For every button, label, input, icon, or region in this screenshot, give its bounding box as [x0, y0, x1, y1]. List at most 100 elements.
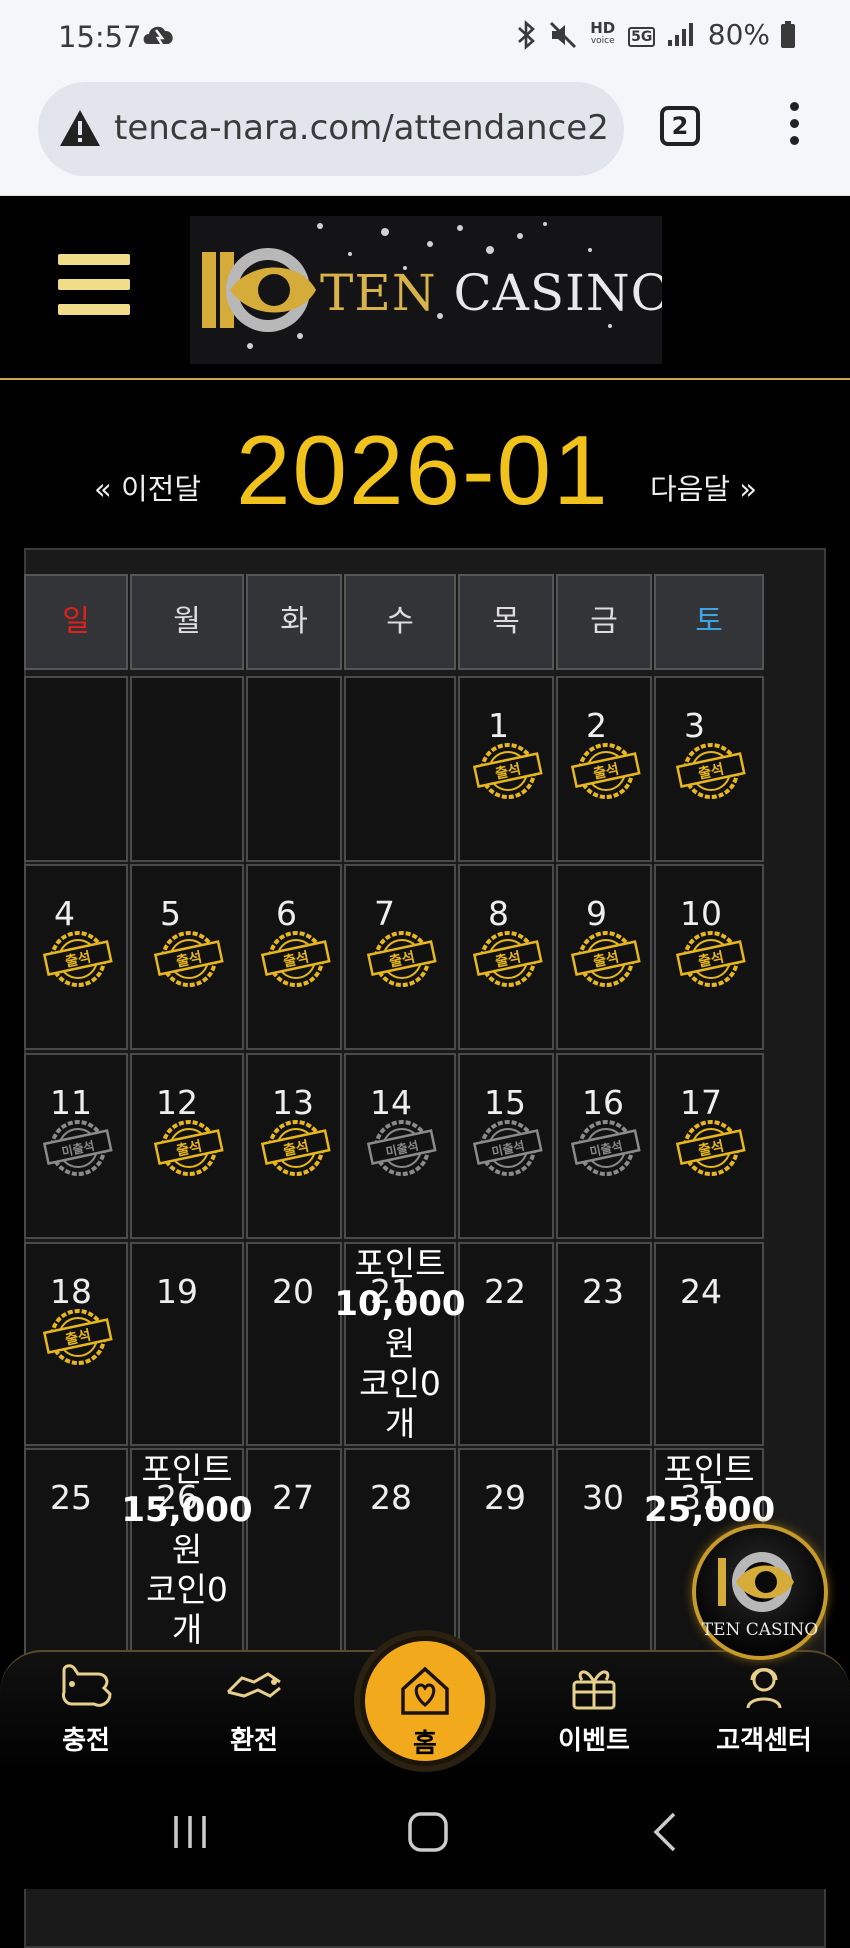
weekday-header-0: 일	[24, 574, 128, 670]
calendar-day-cell[interactable]: 25	[24, 1448, 128, 1668]
calendar-day-cell[interactable]: 5 출석	[130, 864, 244, 1050]
browser-menu-icon[interactable]	[784, 102, 804, 152]
attendance-stamp-icon: 출석	[42, 1304, 114, 1370]
calendar-day-cell[interactable]: 18 출석	[24, 1242, 128, 1446]
nav-home-button[interactable]: 홈	[360, 1636, 490, 1766]
calendar-day-cell[interactable]	[130, 676, 244, 862]
hd-voice-icon: HD voice	[588, 18, 618, 48]
calendar-day-cell[interactable]: 9 출석	[556, 864, 652, 1050]
cloud-icon	[143, 26, 173, 49]
calendar-day-cell[interactable]: 11 미출석	[24, 1053, 128, 1239]
calendar-day-cell[interactable]: 19	[130, 1242, 244, 1446]
day-number: 22	[484, 1272, 526, 1311]
reward-info: 포인트 10,000 원 코인0 개	[334, 1244, 466, 1444]
attendance-stamp-icon: 출석	[42, 926, 114, 992]
nav-event[interactable]: 이벤트	[534, 1662, 654, 1757]
reward-line: 포인트	[354, 1244, 446, 1283]
calendar-day-cell[interactable]	[344, 676, 456, 862]
weekday-header-2: 화	[246, 574, 342, 670]
next-month-link[interactable]: 다음달 »	[650, 466, 757, 508]
calendar-day-cell[interactable]: 12 출석	[130, 1053, 244, 1239]
home-heart-icon	[401, 1666, 449, 1715]
status-icons: HD voice 5G 80%	[516, 18, 796, 51]
nav-event-label: 이벤트	[558, 1726, 630, 1756]
calendar-day-cell[interactable]	[246, 676, 342, 862]
nav-charge-label: 충전	[62, 1726, 110, 1756]
calendar-day-cell[interactable]: 14 미출석	[344, 1053, 456, 1239]
attendance-stamp-icon: 출석	[472, 926, 544, 992]
nav-support[interactable]: 고객센터	[704, 1662, 824, 1757]
attendance-stamp-icon: 출석	[153, 1115, 225, 1181]
day-number: 24	[680, 1272, 722, 1311]
weekday-header-5: 금	[556, 574, 652, 670]
calendar-day-cell[interactable]: 27	[246, 1448, 342, 1668]
attendance-stamp-icon: 출석	[153, 926, 225, 992]
absence-stamp-icon: 미출석	[472, 1115, 544, 1181]
absence-stamp-icon: 미출석	[366, 1115, 438, 1181]
day-number: 28	[370, 1478, 412, 1517]
calendar-day-cell[interactable]: 17 출석	[654, 1053, 764, 1239]
calendar-day-cell[interactable]: 28	[344, 1448, 456, 1668]
floating-casino-button[interactable]: TEN CASINO	[692, 1524, 828, 1660]
prev-month-link[interactable]: « 이전달	[94, 466, 201, 508]
attendance-stamp-icon: 출석	[260, 926, 332, 992]
calendar-day-cell[interactable]: 6 출석	[246, 864, 342, 1050]
weekday-header-1: 월	[130, 574, 244, 670]
tab-switcher-button[interactable]: 2	[660, 106, 700, 146]
support-icon	[746, 1668, 782, 1709]
charge-icon	[62, 1664, 112, 1707]
back-icon[interactable]	[650, 1810, 680, 1854]
day-number: 25	[50, 1478, 92, 1517]
calendar-day-cell[interactable]: 22	[458, 1242, 554, 1446]
attendance-stamp-icon: 출석	[675, 926, 747, 992]
calendar-day-cell[interactable]: 16 미출석	[556, 1053, 652, 1239]
absence-stamp-icon: 미출석	[42, 1115, 114, 1181]
calendar-week-3: 11 미출석 12 출석 13 출석 14 미출석 15 미출석 16 미출석 …	[24, 1053, 766, 1239]
reward-line: 개	[384, 1404, 416, 1443]
attendance-stamp-icon: 출석	[570, 926, 642, 992]
site-header: TEN CASINO	[0, 196, 850, 380]
calendar-day-cell[interactable]: 4 출석	[24, 864, 128, 1050]
calendar-day-cell[interactable]: 8 출석	[458, 864, 554, 1050]
not-secure-warning-icon[interactable]	[58, 108, 102, 148]
home-icon[interactable]	[406, 1810, 450, 1854]
calendar-day-cell[interactable]: 15 미출석	[458, 1053, 554, 1239]
day-number: 19	[156, 1272, 198, 1311]
day-number: 30	[582, 1478, 624, 1517]
reward-line: 원	[384, 1324, 416, 1363]
address-bar[interactable]: tenca-nara.com/attendance2	[38, 82, 624, 176]
calendar-day-cell[interactable]: 24	[654, 1242, 764, 1446]
reward-line: 포인트	[141, 1450, 233, 1489]
attendance-stamp-icon: 출석	[675, 738, 747, 804]
hamburger-menu-icon[interactable]	[58, 254, 130, 316]
calendar-day-cell[interactable]: 10 출석	[654, 864, 764, 1050]
calendar-day-cell[interactable]: 1 출석	[458, 676, 554, 862]
calendar-day-cell[interactable]	[24, 676, 128, 862]
calendar-day-cell[interactable]: 7 출석	[344, 864, 456, 1050]
calendar-day-cell[interactable]: 13 출석	[246, 1053, 342, 1239]
calendar-day-cell[interactable]: 20	[246, 1242, 342, 1446]
url-text[interactable]: tenca-nara.com/attendance2	[114, 108, 609, 148]
calendar-day-cell[interactable]: 23	[556, 1242, 652, 1446]
nav-exchange[interactable]: 환전	[194, 1662, 314, 1757]
recent-apps-icon[interactable]	[170, 1812, 210, 1852]
nav-exchange-label: 환전	[230, 1726, 278, 1756]
calendar-day-cell[interactable]: 26 포인트 15,000 원 코인0 개	[121, 1448, 253, 1668]
nav-charge[interactable]: 충전	[26, 1662, 146, 1757]
calendar-day-cell[interactable]: 2 출석	[556, 676, 652, 862]
hd-label: HD	[590, 18, 616, 37]
calendar-day-cell[interactable]: 30	[556, 1448, 652, 1668]
calendar-week-2: 4 출석 5 출석 6 출석 7 출석 8 출석 9 출석 10 출석	[24, 864, 766, 1050]
voice-label: voice	[590, 35, 615, 46]
reward-line: 코인0	[146, 1570, 228, 1609]
calendar-day-cell[interactable]: 21 포인트 10,000 원 코인0 개	[334, 1242, 466, 1446]
nav-support-label: 고객센터	[716, 1726, 812, 1756]
calendar-day-cell[interactable]: 3 출석	[654, 676, 764, 862]
calendar-day-cell[interactable]: 29	[458, 1448, 554, 1668]
site-logo[interactable]: TEN CASINO	[190, 216, 662, 364]
logo-text-ten: TEN	[320, 264, 437, 322]
attendance-stamp-icon: 출석	[570, 738, 642, 804]
status-time: 15:57	[58, 20, 142, 54]
reward-info: 포인트 25,000	[644, 1450, 775, 1530]
battery-percent: 80%	[707, 18, 770, 51]
